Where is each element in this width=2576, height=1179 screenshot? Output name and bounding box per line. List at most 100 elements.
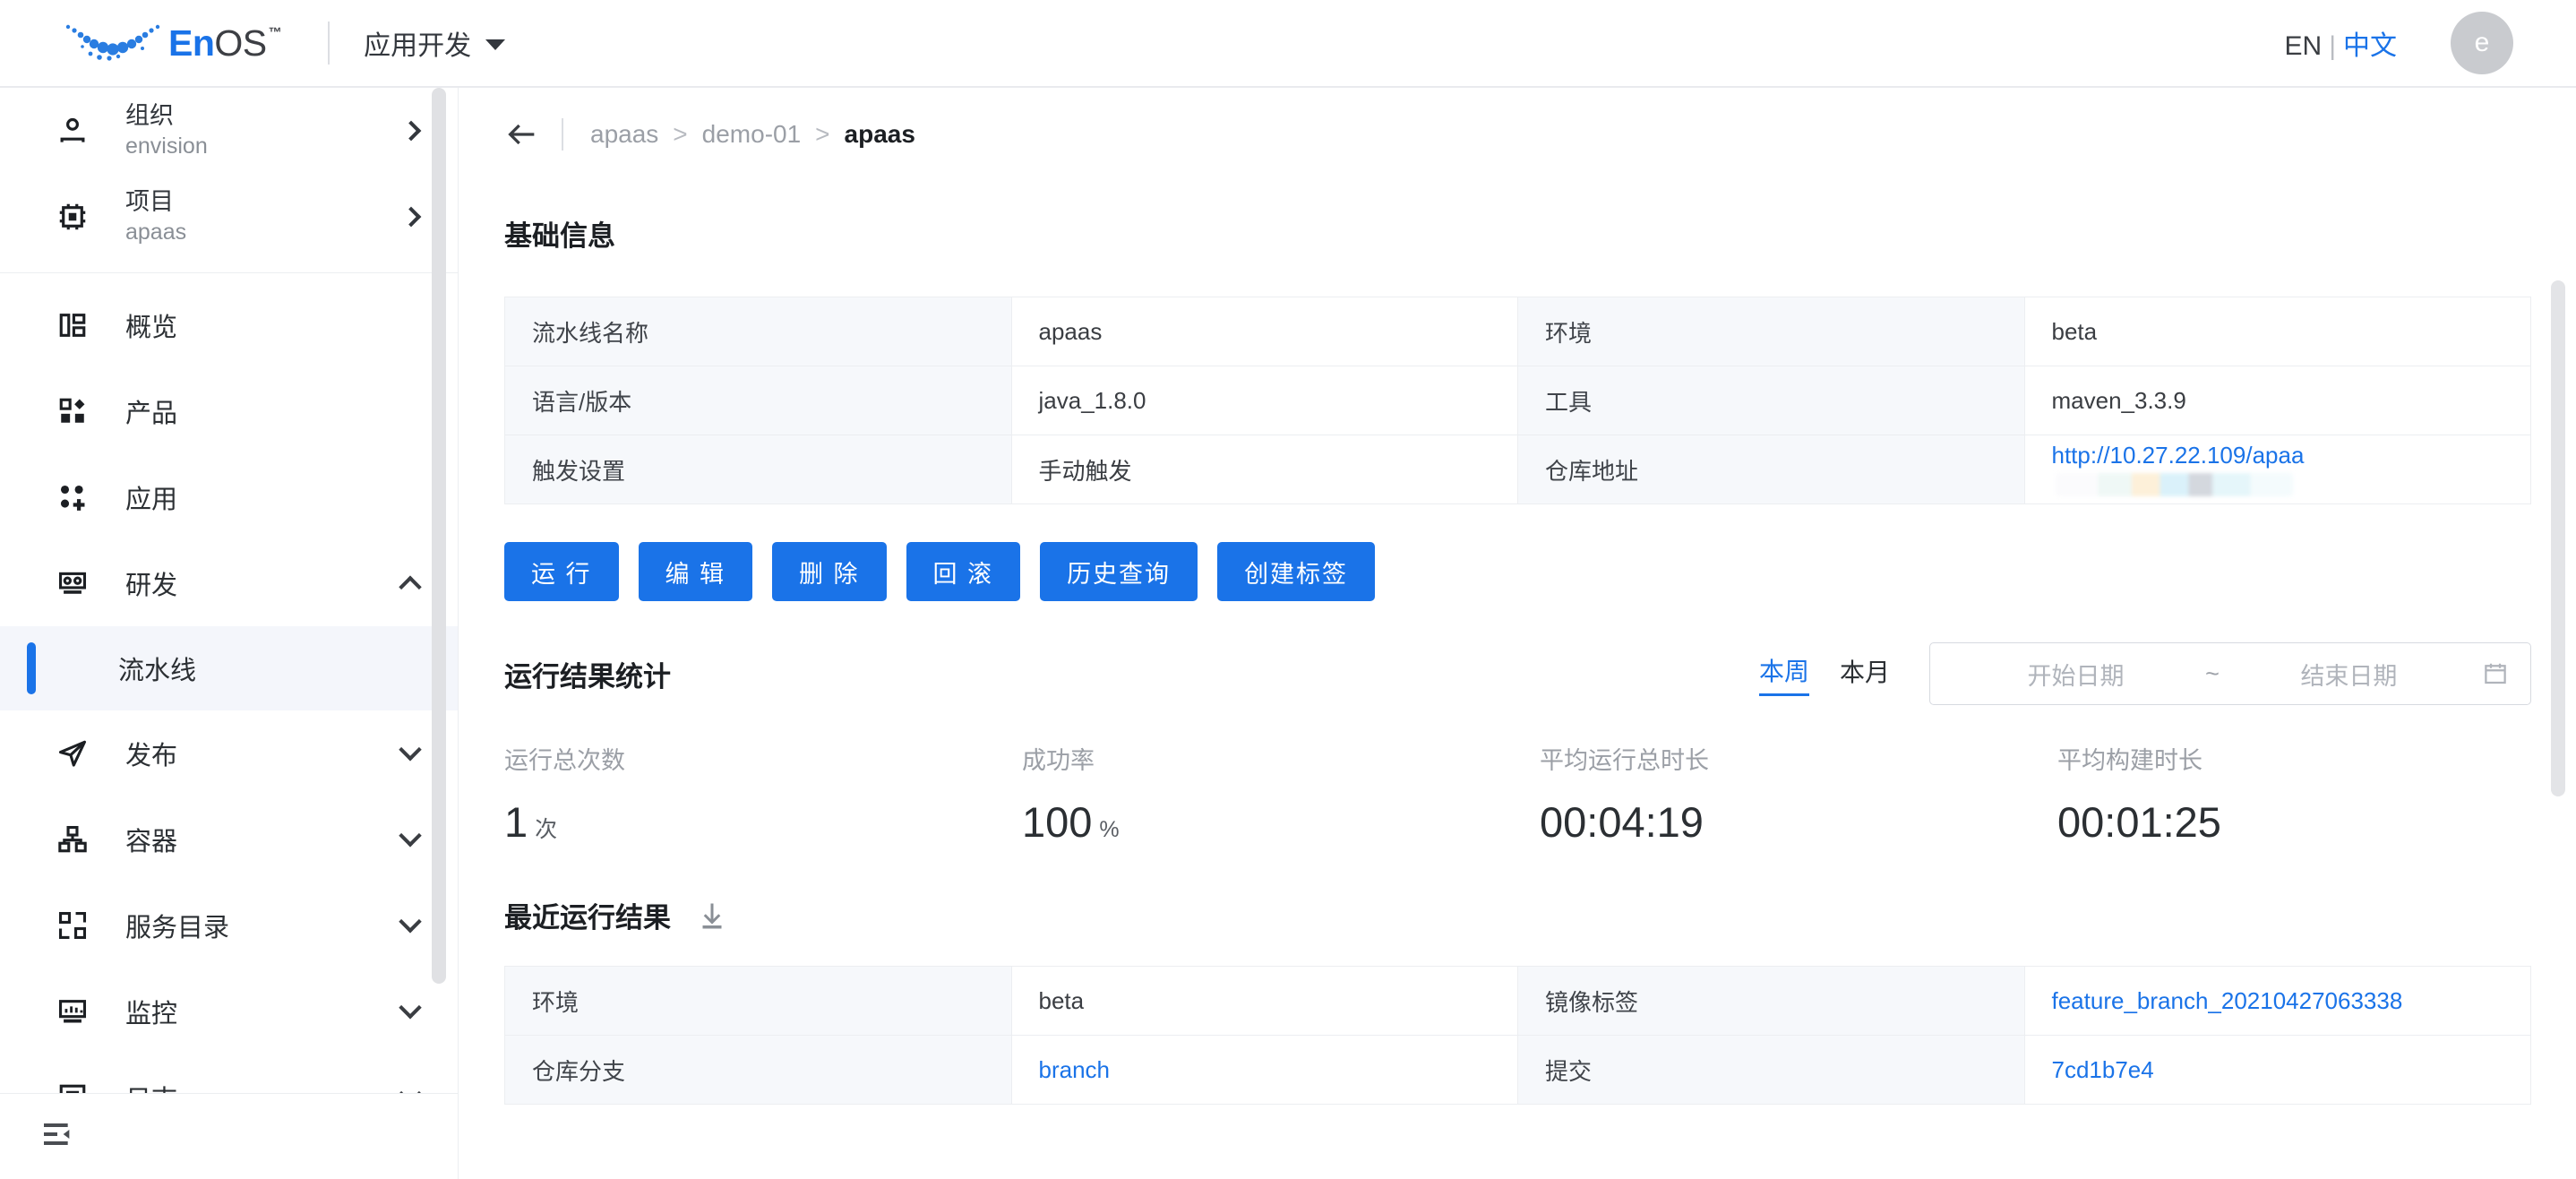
metric-unit: %	[1099, 817, 1120, 842]
monitor-icon	[52, 996, 93, 1027]
app-selector[interactable]: 应用开发	[364, 23, 506, 63]
top-bar: En OS ™ 应用开发 EN | 中文 e	[0, 0, 2576, 88]
sidebar-item-monitor[interactable]: 监控	[0, 968, 458, 1054]
metric-avg-total-duration: 平均运行总时长 00:04:19	[1540, 741, 2057, 847]
end-date-input[interactable]: 结束日期	[2225, 657, 2473, 692]
sidebar-divider	[0, 272, 458, 273]
branch-link[interactable]: branch	[1039, 1056, 1111, 1083]
sidebar-label-pipeline: 流水线	[118, 657, 197, 685]
breadcrumb-item-0[interactable]: apaas	[590, 120, 658, 149]
cell-value: apaas	[1010, 297, 1518, 366]
sidebar-item-organization[interactable]: 组织 envision	[0, 88, 458, 174]
avatar[interactable]: e	[2451, 12, 2513, 74]
sidebar-item-product[interactable]: 产品	[0, 368, 458, 454]
chevron-right-icon	[400, 120, 422, 142]
repo-url-link[interactable]: http://10.27.22.109/apaa	[2052, 442, 2305, 469]
avatar-initial: e	[2474, 28, 2490, 57]
stats-title: 运行结果统计	[504, 660, 671, 693]
language-switcher[interactable]: EN | 中文	[2285, 23, 2397, 63]
table-row: 语言/版本 java_1.8.0 工具 maven_3.3.9	[504, 366, 2531, 435]
sidebar-item-container[interactable]: 容器	[0, 796, 458, 882]
cell-key: 流水线名称	[504, 297, 1012, 366]
product-icon	[52, 396, 93, 426]
redacted-text-block	[2055, 473, 2293, 497]
metric-value-wrap: 1 次	[504, 797, 1022, 847]
chevron-down-icon	[399, 1082, 422, 1093]
sidebar-item-pipeline[interactable]: 流水线	[0, 626, 458, 710]
sidebar-label-product: 产品	[125, 400, 178, 428]
metric-value-wrap: 00:04:19	[1540, 797, 2057, 847]
metric-value-wrap: 00:01:25	[2057, 797, 2575, 847]
sidebar-item-release[interactable]: 发布	[0, 710, 458, 796]
cell-value-image-tag: feature_branch_20210427063338	[2023, 966, 2531, 1036]
sidebar-item-development[interactable]: 研发	[0, 540, 458, 626]
create-tag-button[interactable]: 创建标签	[1217, 542, 1376, 601]
cell-value: maven_3.3.9	[2023, 366, 2531, 435]
cell-key: 环境	[1517, 297, 2025, 366]
lang-en-option[interactable]: EN	[2285, 31, 2323, 61]
sidebar-item-service-catalog[interactable]: 服务目录	[0, 882, 458, 968]
development-icon	[52, 568, 93, 598]
container-icon	[52, 824, 93, 855]
date-range-tilde: ~	[2205, 659, 2220, 687]
table-row: 触发设置 手动触发 仓库地址 http://10.27.22.109/apaa	[504, 435, 2531, 504]
edit-button[interactable]: 编 辑	[638, 542, 753, 601]
chevron-right-icon	[400, 206, 422, 228]
logo-trademark: ™	[268, 24, 282, 40]
breadcrumb-separator: >	[673, 120, 688, 148]
download-icon[interactable]	[696, 899, 728, 932]
metric-value: 00:01:25	[2057, 798, 2221, 846]
image-tag-link[interactable]: feature_branch_20210427063338	[2052, 987, 2403, 1014]
app-selector-label: 应用开发	[364, 31, 472, 61]
collapse-sidebar-icon[interactable]	[39, 1116, 75, 1157]
sidebar-scrollbar[interactable]	[432, 88, 446, 984]
project-text: 项目 apaas	[125, 185, 186, 248]
sidebar-item-project[interactable]: 项目 apaas	[0, 174, 458, 260]
table-row: 环境 beta 镜像标签 feature_branch_202104270633…	[504, 966, 2531, 1036]
sidebar-item-overview[interactable]: 概览	[0, 282, 458, 368]
sidebar-label-container: 容器	[125, 828, 178, 856]
metric-value: 1	[504, 798, 528, 846]
metric-label: 平均构建时长	[2057, 747, 2202, 774]
organization-subtitle: envision	[125, 133, 208, 159]
sidebar-label-application: 应用	[125, 486, 178, 514]
run-button[interactable]: 运 行	[504, 542, 619, 601]
sidebar-scroll-area: 组织 envision 项目 apaas 概览 产品 应用 研发 流水线 发布 …	[0, 88, 458, 1093]
breadcrumb-bar: apaas > demo-01 > apaas	[459, 88, 2576, 181]
organization-text: 组织 envision	[125, 99, 208, 162]
start-date-input[interactable]: 开始日期	[1952, 657, 2200, 692]
project-chip-icon	[52, 200, 93, 234]
topbar-right: EN | 中文 e	[2285, 12, 2513, 74]
basic-info-table: 流水线名称 apaas 环境 beta 语言/版本 java_1.8.0 工具 …	[504, 297, 2531, 504]
lang-zh-option[interactable]: 中文	[2343, 31, 2397, 61]
logo-wordmark: En OS ™	[168, 22, 282, 65]
metric-label: 平均运行总时长	[1540, 747, 1709, 774]
chevron-down-icon	[399, 738, 422, 762]
cell-value: beta	[1010, 966, 1518, 1036]
metric-value: 00:04:19	[1540, 798, 1704, 846]
sidebar-item-log[interactable]: 日志	[0, 1054, 458, 1093]
recent-results-header: 最近运行结果	[504, 895, 2576, 935]
breadcrumb: apaas > demo-01 > apaas	[590, 120, 915, 149]
range-tab-this-month[interactable]: 本月	[1840, 653, 1890, 694]
cell-key: 工具	[1517, 366, 2025, 435]
main-scrollbar[interactable]	[2551, 280, 2565, 796]
breadcrumb-item-1[interactable]: demo-01	[702, 120, 802, 149]
range-tab-this-week[interactable]: 本周	[1758, 652, 1809, 696]
history-query-button[interactable]: 历史查询	[1040, 542, 1198, 601]
date-range-picker[interactable]: 开始日期 ~ 结束日期	[1929, 642, 2531, 705]
cell-value: java_1.8.0	[1010, 366, 1518, 435]
back-arrow-icon[interactable]	[504, 116, 540, 152]
cell-value: beta	[2023, 297, 2531, 366]
recent-results-table: 环境 beta 镜像标签 feature_branch_202104270633…	[504, 966, 2531, 1105]
brand-logo[interactable]: En OS ™	[63, 20, 282, 66]
user-icon	[52, 114, 93, 148]
sidebar-label-monitor: 监控	[125, 1000, 178, 1028]
logo-text-os: OS	[214, 22, 267, 64]
delete-button[interactable]: 删 除	[772, 542, 887, 601]
cell-value-branch: branch	[1010, 1035, 1518, 1105]
rollback-button[interactable]: 回 滚	[906, 542, 1021, 601]
sidebar-item-application[interactable]: 应用	[0, 454, 458, 540]
sidebar: 组织 envision 项目 apaas 概览 产品 应用 研发 流水线 发布 …	[0, 88, 459, 1179]
commit-link[interactable]: 7cd1b7e4	[2052, 1056, 2154, 1083]
